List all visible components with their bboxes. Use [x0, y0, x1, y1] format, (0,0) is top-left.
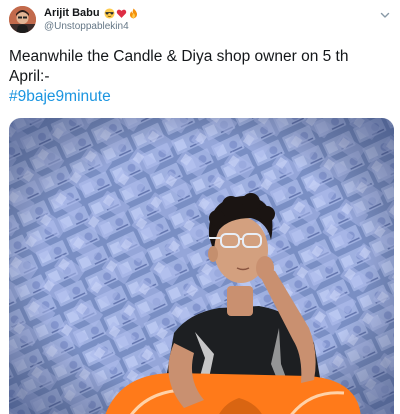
hashtag-link[interactable]: #9baje9minute — [9, 87, 389, 107]
author-handle[interactable]: @Unstoppablekin4 — [44, 21, 139, 32]
tweet-header: Arijit Babu @Unstoppablekin4 — [9, 6, 139, 33]
author-display-name[interactable]: Arijit Babu — [44, 7, 100, 19]
avatar-image — [9, 6, 36, 33]
photo-image — [9, 118, 394, 414]
author-names: Arijit Babu @Unstoppablekin4 — [44, 7, 139, 32]
name-emojis — [104, 7, 139, 19]
chevron-down-icon[interactable] — [379, 9, 391, 21]
avatar[interactable] — [9, 6, 36, 33]
heart-emoji-icon — [116, 9, 126, 18]
tweet-text: Meanwhile the Candle & Diya shop owner o… — [9, 47, 389, 107]
tweet-card: Arijit Babu @Unstoppablekin4 Meanwhile t… — [0, 0, 400, 414]
sunglasses-emoji-icon — [104, 7, 115, 19]
tweet-text-line: Meanwhile the Candle & Diya shop owner o… — [9, 48, 349, 65]
fire-emoji-icon — [129, 7, 137, 19]
tweet-media-photo[interactable] — [9, 118, 394, 414]
tweet-text-line: April:- — [9, 68, 50, 85]
author-display-name-row: Arijit Babu — [44, 7, 139, 19]
